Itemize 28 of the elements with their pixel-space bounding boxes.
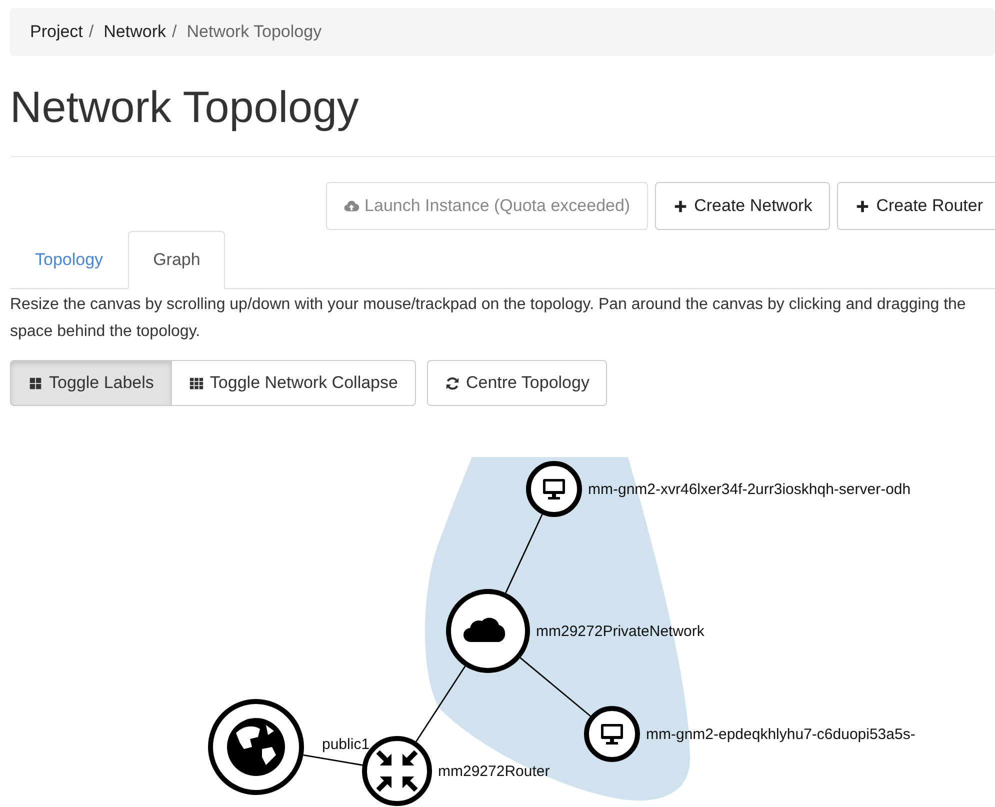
node-label: mm-gnm2-xvr46lxer34f-2urr3ioskhqh-server-odh bbox=[588, 481, 911, 498]
external-node[interactable] bbox=[208, 699, 304, 795]
centre-topology-button[interactable]: Centre Topology bbox=[426, 360, 608, 406]
tab[interactable]: Topology bbox=[10, 231, 128, 289]
plus-icon bbox=[855, 198, 870, 214]
help-text: Resize the canvas by scrolling up/down with your mouse/trackpad on the topology. Pan around the canvas by clicking and dragging the space behind the topology. bbox=[10, 295, 967, 342]
grid-icon bbox=[28, 376, 43, 390]
node-label: mm29272Router bbox=[438, 763, 550, 780]
plus-icon bbox=[673, 198, 688, 214]
network-node[interactable] bbox=[446, 589, 530, 673]
action-button[interactable]: Create Network bbox=[655, 182, 830, 230]
tab[interactable]: Graph bbox=[128, 231, 226, 289]
toggle-button[interactable]: Toggle Labels bbox=[10, 360, 172, 406]
toggle-button[interactable]: Toggle Network Collapse bbox=[172, 360, 416, 406]
breadcrumb-separator: / bbox=[172, 22, 177, 42]
node-label: public1 bbox=[322, 736, 370, 753]
page-title: Network Topology bbox=[10, 82, 360, 134]
grid-icon bbox=[188, 376, 204, 390]
link-line bbox=[520, 657, 591, 717]
node-label: mm-gnm2-epdeqkhlyhu7-c6duopi53a5s- bbox=[646, 726, 916, 743]
refresh-icon bbox=[444, 376, 460, 390]
breadcrumb-separator: / bbox=[88, 22, 94, 42]
breadcrumb-link[interactable]: Project bbox=[30, 22, 83, 42]
action-button[interactable]: Create Router bbox=[837, 182, 995, 230]
node-label: mm29272PrivateNetwork bbox=[536, 623, 704, 640]
cloud-upload-icon bbox=[344, 198, 359, 214]
breadcrumb-link[interactable]: Network bbox=[104, 22, 166, 42]
link-line bbox=[303, 754, 363, 766]
